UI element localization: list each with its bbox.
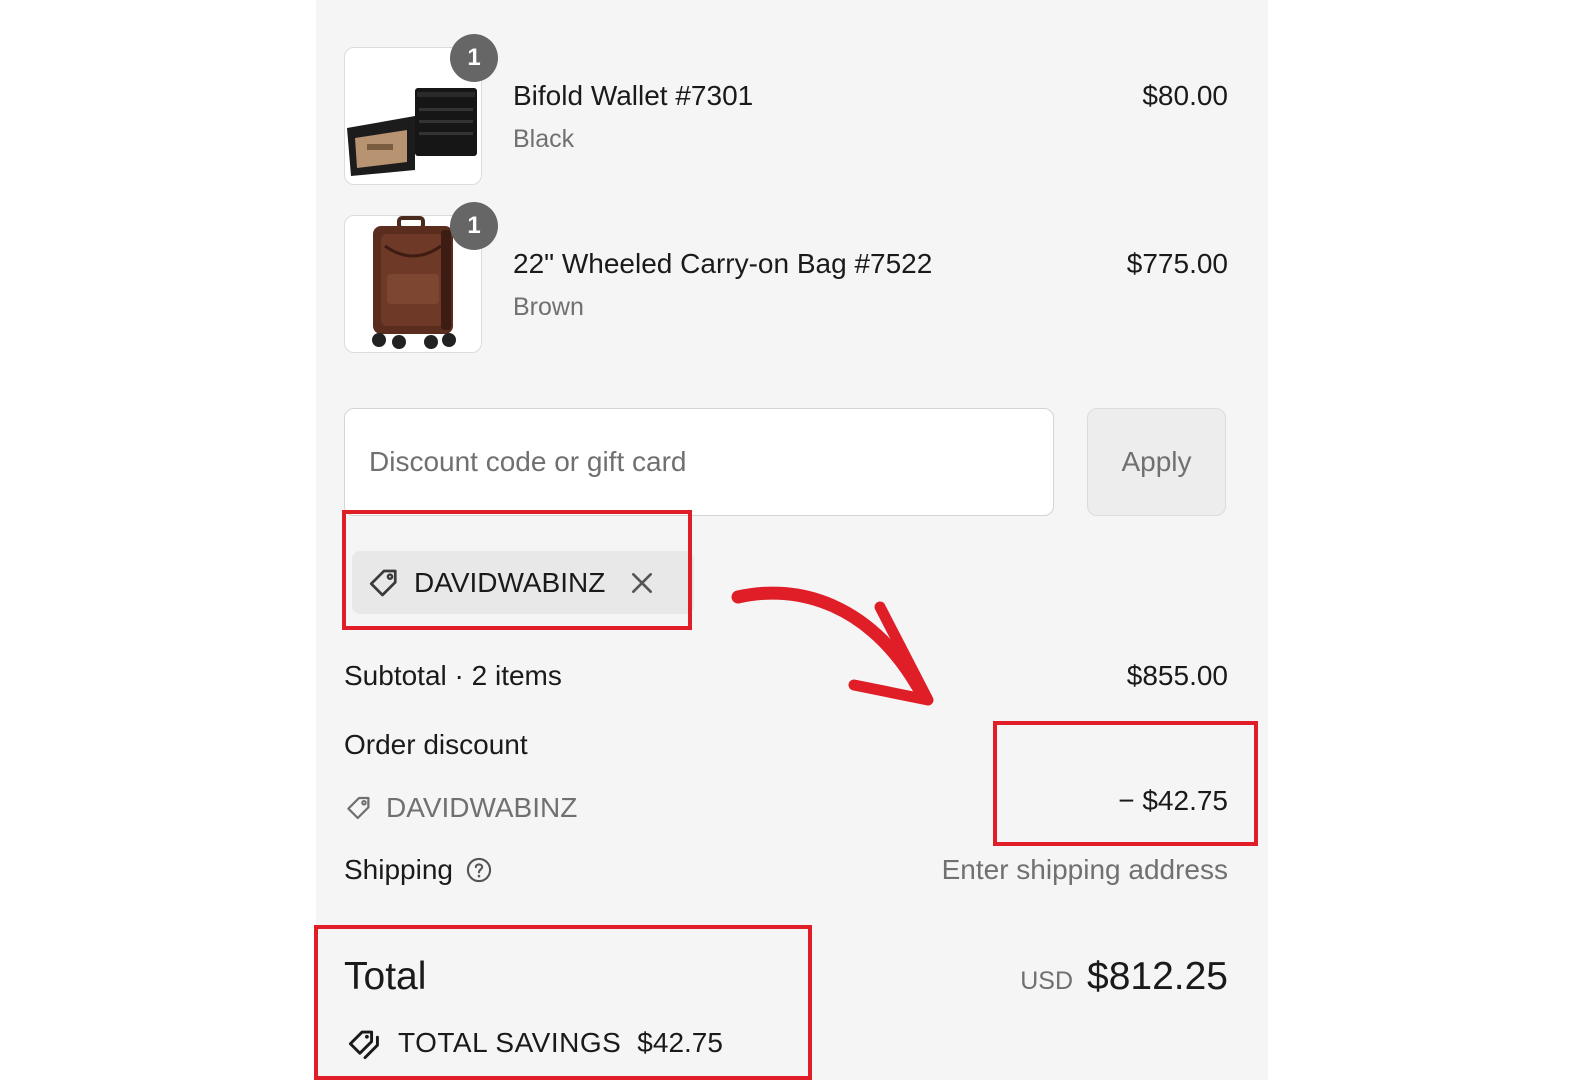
apply-discount-button[interactable]: Apply <box>1087 408 1226 516</box>
subtotal-label: Subtotal · 2 items <box>344 660 562 691</box>
product-price: $775.00 <box>1126 248 1228 279</box>
annotation-arrow <box>731 586 934 706</box>
shipping-value: Enter shipping address <box>941 854 1228 885</box>
total-amount: USD $812.25 <box>1020 955 1228 999</box>
product-price: $80.00 <box>1142 80 1228 111</box>
shipping-label: Shipping <box>344 854 453 885</box>
product-name: 22" Wheeled Carry-on Bag #7522 <box>513 248 933 279</box>
product-thumbnail: 1 <box>344 202 498 353</box>
order-discount-code: DAVIDWABINZ <box>386 792 578 823</box>
subtotal-value: $855.00 <box>1126 660 1228 691</box>
currency-code: USD <box>1020 967 1074 995</box>
tag-icon <box>347 796 370 820</box>
product-variant: Black <box>513 125 575 153</box>
line-item: 1 22" Wheeled Carry-on Bag #7522 Brown $… <box>344 202 1228 355</box>
annotation-box-total <box>314 925 812 1080</box>
annotation-box-applied-code <box>342 510 692 630</box>
help-circle-icon[interactable] <box>465 856 493 884</box>
line-item: 1 Bifold Wallet #7301 Black $80.00 <box>344 34 1228 187</box>
shipping-row: Shipping <box>344 854 493 886</box>
discount-code-input[interactable] <box>344 408 1054 516</box>
order-discount-label: Order discount <box>344 729 528 760</box>
total-value: $812.25 <box>1087 955 1228 998</box>
quantity-badge: 1 <box>450 34 498 82</box>
annotation-box-discount-amount <box>993 721 1258 846</box>
order-discount-code-line: DAVIDWABINZ <box>344 792 577 824</box>
quantity-badge: 1 <box>450 202 498 250</box>
product-name: Bifold Wallet #7301 <box>513 80 754 111</box>
product-thumbnail: 1 <box>344 34 498 185</box>
product-variant: Brown <box>513 293 584 321</box>
